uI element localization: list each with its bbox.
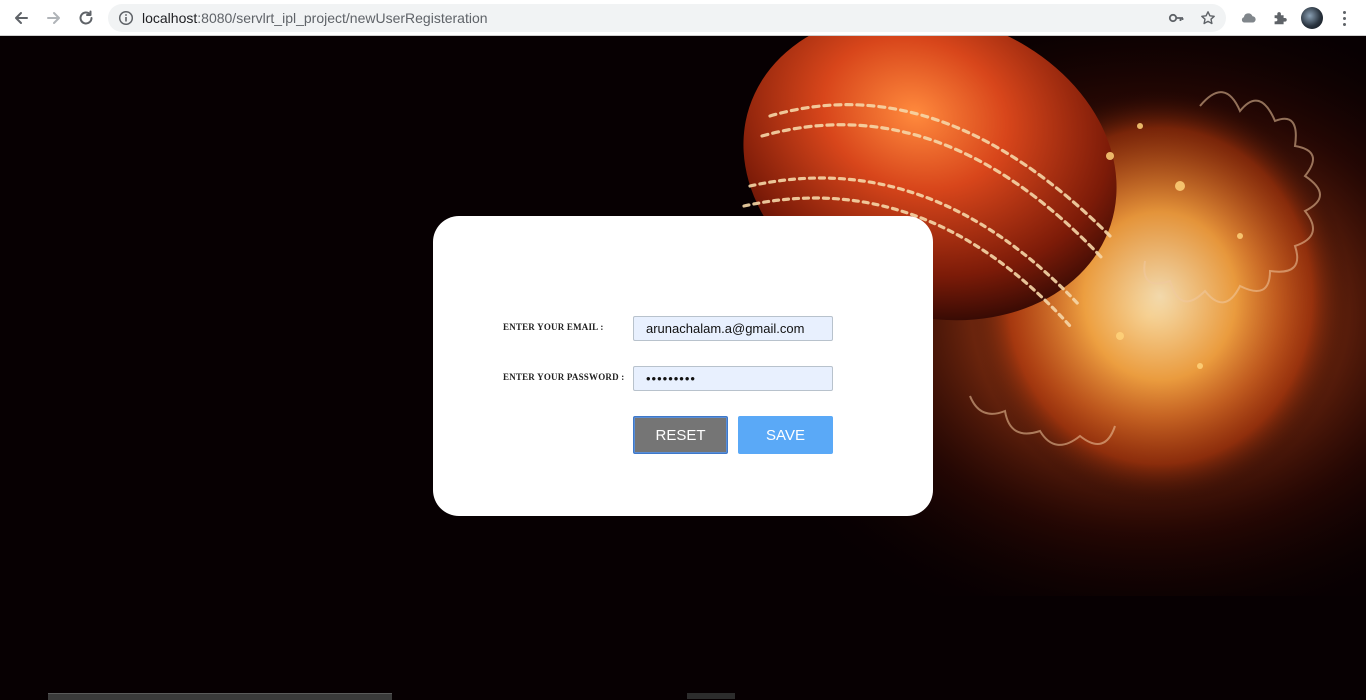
arrow-left-icon (15, 12, 28, 24)
reload-button[interactable] (74, 6, 98, 30)
url-host: localhost (142, 10, 198, 26)
password-field[interactable] (633, 366, 833, 391)
forward-button[interactable] (42, 6, 66, 30)
scrollbar-thumb[interactable] (687, 693, 735, 699)
url-path: :8080/servlrt_ipl_project/newUserRegiste… (197, 10, 488, 26)
email-field[interactable] (633, 316, 833, 341)
reload-icon (79, 10, 93, 25)
password-label: ENTER YOUR PASSWORD : (503, 372, 625, 382)
reset-button[interactable]: RESET (633, 416, 728, 454)
save-button[interactable]: SAVE (738, 416, 833, 454)
email-label: ENTER YOUR EMAIL : (503, 322, 604, 332)
address-bar[interactable]: localhost:8080/servlrt_ipl_project/newUs… (108, 4, 1226, 32)
profile-avatar[interactable] (1301, 7, 1323, 29)
puzzle-icon[interactable] (1270, 8, 1290, 28)
page-background: ENTER YOUR EMAIL : ENTER YOUR PASSWORD :… (0, 36, 1366, 699)
cloud-extension-icon[interactable] (1238, 8, 1258, 28)
address-url[interactable]: localhost:8080/servlrt_ipl_project/newUs… (142, 10, 488, 26)
info-icon[interactable] (118, 10, 134, 26)
registration-form-card: ENTER YOUR EMAIL : ENTER YOUR PASSWORD :… (433, 216, 933, 516)
browser-toolbar: localhost:8080/servlrt_ipl_project/newUs… (0, 0, 1366, 36)
key-icon[interactable] (1168, 10, 1184, 26)
back-button[interactable] (9, 6, 33, 30)
star-icon[interactable] (1200, 10, 1216, 26)
three-dots-icon[interactable] (1336, 8, 1352, 28)
arrow-right-icon (47, 12, 60, 24)
